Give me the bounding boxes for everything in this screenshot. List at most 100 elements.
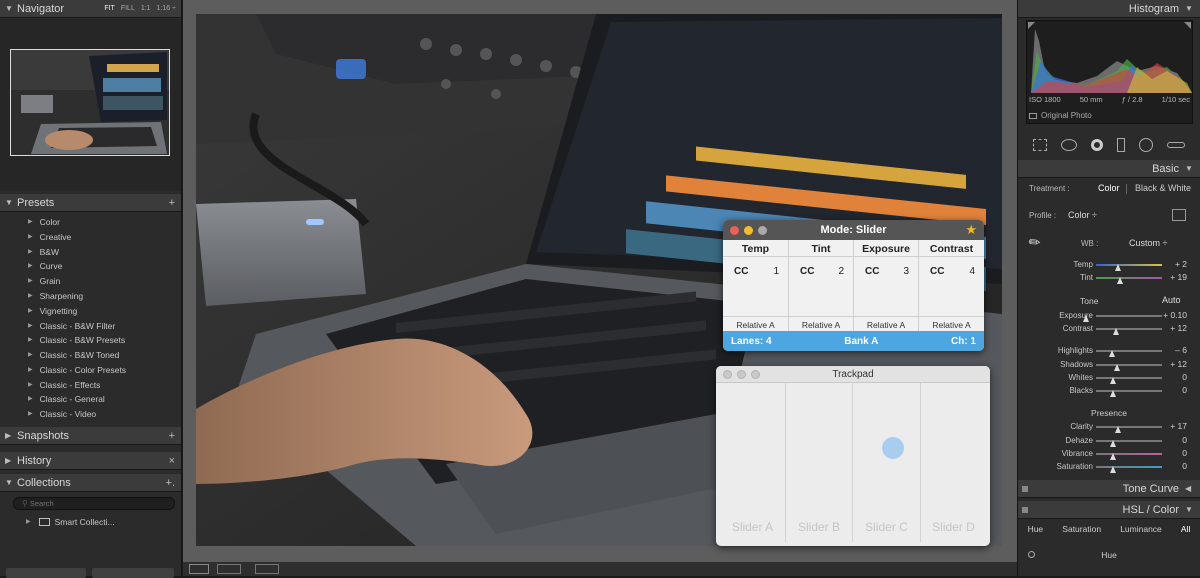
blacks-slider[interactable] [1096,390,1162,392]
slider-lane-d[interactable]: Slider D [921,383,986,542]
graduated-filter-icon[interactable] [1117,138,1125,152]
bank-label[interactable]: Bank A [844,336,878,347]
trackpad-area[interactable]: Slider A Slider B Slider C Slider D [720,383,986,542]
zoom-1-1[interactable]: 1:1 [141,5,151,12]
brush-icon[interactable] [1167,142,1185,148]
exposure-slider[interactable] [1096,315,1162,317]
add-preset-icon[interactable]: + [169,197,175,209]
collections-header[interactable]: ▼ Collections +. [0,474,181,492]
add-snapshot-icon[interactable]: + [169,430,175,442]
exposure-knob[interactable] [1083,315,1089,322]
zoom-fit[interactable]: FIT [104,5,115,12]
presets-header[interactable]: ▼ Presets + [0,194,181,212]
temp-knob[interactable] [1115,264,1121,271]
contrast-value[interactable]: + 12 [1170,323,1187,333]
tab-all[interactable]: All [1181,524,1190,534]
tab-saturation[interactable]: Saturation [1062,524,1101,534]
dehaze-value[interactable]: 0 [1182,435,1187,445]
crop-icon[interactable] [1033,139,1047,151]
saturation-slider[interactable] [1096,466,1162,468]
preset-item[interactable]: ▶ Creative [28,230,71,243]
preset-item[interactable]: ▶ Classic - B&W Filter [28,319,115,332]
histogram-header[interactable]: Histogram ▼ [1018,0,1200,18]
preset-item[interactable]: ▶ Classic - Color Presets [28,363,126,376]
whites-value[interactable]: 0 [1182,372,1187,382]
treatment-color[interactable]: Color [1098,183,1120,193]
preset-item[interactable]: ▶ Classic - General [28,392,105,405]
whites-slider[interactable] [1096,377,1162,379]
panel-toggle-icon[interactable] [1022,506,1028,513]
navigator-thumbnail[interactable] [10,49,170,156]
loupe-view-icon[interactable] [189,564,209,574]
clarity-knob[interactable] [1115,426,1121,433]
tone-curve-header[interactable]: Tone Curve ◀ [1018,480,1200,498]
original-photo-row[interactable]: Original Photo [1029,111,1092,120]
eyedropper-icon[interactable]: ✎ [1025,232,1045,253]
preset-item[interactable]: ▶ Color [28,215,60,228]
snapshots-header[interactable]: ▶ Snapshots + [0,427,181,445]
wb-select[interactable]: Custom ÷ [1129,238,1167,248]
history-header[interactable]: ▶ History × [0,452,181,470]
highlights-value[interactable]: – 6 [1175,345,1187,355]
compare-view-icon[interactable] [217,564,241,574]
blacks-value[interactable]: 0 [1182,385,1187,395]
clarity-slider[interactable] [1096,426,1162,428]
collections-search-input[interactable] [29,499,150,508]
preset-item[interactable]: ▶ Vignetting [28,304,77,317]
auto-button[interactable]: Auto [1162,295,1181,305]
navigator-header[interactable]: ▼ Navigator FIT FILL 1:1 1:16 ÷ [0,0,181,18]
tint-value[interactable]: + 19 [1170,272,1187,282]
histogram-graph[interactable] [1027,21,1192,93]
contrast-knob[interactable] [1113,328,1119,335]
shadows-slider[interactable] [1096,364,1162,366]
column-contrast[interactable]: Contrast CC 4 Relative A [919,240,984,336]
dehaze-slider[interactable] [1096,440,1162,442]
clear-history-icon[interactable]: × [169,455,175,467]
saturation-knob[interactable] [1110,466,1116,473]
profile-select[interactable]: Color ÷ [1068,210,1097,220]
zoom-fill[interactable]: FILL [121,5,135,12]
spot-removal-icon[interactable] [1061,139,1077,151]
hsl-header[interactable]: HSL / Color ▼ [1018,501,1200,519]
survey-view-icon[interactable] [255,564,279,574]
contrast-slider[interactable] [1096,328,1162,330]
vibrance-value[interactable]: 0 [1182,448,1187,458]
temp-slider[interactable] [1096,264,1162,266]
column-exposure[interactable]: Exposure CC 3 Relative A [854,240,919,336]
preset-item[interactable]: ▶ Classic - B&W Toned [28,348,119,361]
tint-slider[interactable] [1096,277,1162,279]
add-collection-icon[interactable]: +. [166,477,175,489]
vibrance-slider[interactable] [1096,453,1162,455]
dehaze-knob[interactable] [1110,440,1116,447]
column-temp[interactable]: Temp CC 1 Relative A [723,240,789,336]
red-eye-icon[interactable] [1091,139,1103,151]
panel-toggle-icon[interactable] [1022,485,1028,492]
basic-header[interactable]: Basic ▼ [1018,160,1200,178]
treatment-bw[interactable]: Black & White [1135,183,1191,193]
slider-lane-c[interactable]: Slider C [853,383,921,542]
highlights-knob[interactable] [1109,350,1115,357]
slider-lane-b[interactable]: Slider B [786,383,853,542]
preset-item[interactable]: ▶ Classic - B&W Presets [28,333,125,346]
star-icon[interactable]: ★ [965,222,977,238]
slider-lane-a[interactable]: Slider A [720,383,786,542]
vibrance-knob[interactable] [1110,453,1116,460]
highlights-slider[interactable] [1096,350,1162,352]
import-button[interactable] [6,568,86,578]
preset-item[interactable]: ▶ Grain [28,274,60,287]
tab-hue[interactable]: Hue [1028,524,1044,534]
preset-item[interactable]: ▶ Classic - Video [28,407,96,420]
preset-item[interactable]: ▶ B&W [28,245,59,258]
tab-luminance[interactable]: Luminance [1120,524,1162,534]
preset-item[interactable]: ▶ Classic - Effects [28,378,100,391]
blacks-knob[interactable] [1110,390,1116,397]
column-tint[interactable]: Tint CC 2 Relative A [789,240,854,336]
profile-browser-icon[interactable] [1172,209,1186,221]
saturation-value[interactable]: 0 [1182,461,1187,471]
preset-item[interactable]: ▶ Curve [28,259,62,272]
smart-collection-item[interactable]: ▶ Smart Collecti... [26,515,115,528]
radial-filter-icon[interactable] [1139,138,1153,152]
touch-point[interactable] [882,437,904,459]
shadows-value[interactable]: + 12 [1170,359,1187,369]
preset-item[interactable]: ▶ Sharpening [28,289,83,302]
